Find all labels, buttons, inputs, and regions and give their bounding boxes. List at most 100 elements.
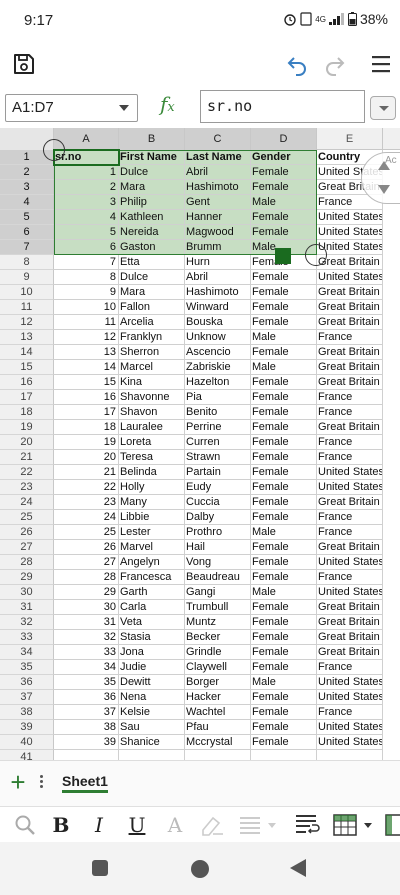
table-cell[interactable]: Magwood [185, 225, 251, 240]
table-cell[interactable]: 19 [54, 435, 119, 450]
table-cell[interactable]: Veta [119, 615, 185, 630]
table-cell[interactable]: Female [251, 600, 317, 615]
table-cell[interactable]: 37 [54, 705, 119, 720]
table-cell[interactable]: 32 [54, 630, 119, 645]
table-cell[interactable]: 39 [54, 735, 119, 750]
fill-handle[interactable] [275, 248, 291, 264]
table-cell[interactable]: 8 [54, 270, 119, 285]
table-cell[interactable]: Eudy [185, 480, 251, 495]
table-cell[interactable]: Great Britain [317, 255, 383, 270]
table-cell[interactable]: France [317, 390, 383, 405]
table-cell[interactable]: Female [251, 555, 317, 570]
table-cell[interactable]: 20 [54, 450, 119, 465]
table-cell[interactable]: 27 [54, 555, 119, 570]
table-cell[interactable]: Gent [185, 195, 251, 210]
table-cell[interactable]: Brumm [185, 240, 251, 255]
row-header[interactable]: 15 [0, 360, 54, 375]
add-sheet-button[interactable]: + [8, 769, 28, 795]
table-cell[interactable]: Great Britain [317, 540, 383, 555]
table-cell[interactable]: 23 [54, 495, 119, 510]
table-cell[interactable]: Great Britain [317, 315, 383, 330]
table-cell[interactable]: Female [251, 540, 317, 555]
row-header[interactable]: 35 [0, 660, 54, 675]
table-cell[interactable]: Female [251, 180, 317, 195]
column-header-c[interactable]: C [185, 128, 251, 150]
find-icon[interactable] [12, 811, 38, 839]
table-cell[interactable]: Pia [185, 390, 251, 405]
table-cell[interactable]: Dewitt [119, 675, 185, 690]
row-header[interactable]: 36 [0, 675, 54, 690]
table-cell[interactable]: 4 [54, 210, 119, 225]
table-cell[interactable]: 28 [54, 570, 119, 585]
table-cell[interactable]: Perrine [185, 420, 251, 435]
row-header[interactable]: 3 [0, 180, 54, 195]
function-wizard-icon[interactable]: fx [160, 92, 175, 116]
table-cell[interactable]: Mccrystal [185, 735, 251, 750]
row-header[interactable]: 14 [0, 345, 54, 360]
table-cell[interactable]: 13 [54, 345, 119, 360]
table-cell[interactable]: Male [251, 675, 317, 690]
table-cell[interactable]: Pfau [185, 720, 251, 735]
table-cell[interactable] [317, 750, 383, 760]
table-cell[interactable]: Female [251, 165, 317, 180]
table-cell[interactable]: United States [317, 735, 383, 750]
table-cell[interactable]: Female [251, 645, 317, 660]
row-header[interactable]: 39 [0, 720, 54, 735]
table-cell[interactable]: Female [251, 510, 317, 525]
align-menu-icon[interactable] [238, 811, 278, 839]
table-cell[interactable]: Female [251, 630, 317, 645]
table-cell[interactable]: Partain [185, 465, 251, 480]
table-cell[interactable]: Female [251, 615, 317, 630]
table-cell[interactable]: Great Britain [317, 420, 383, 435]
table-cell[interactable]: Cuccia [185, 495, 251, 510]
table-cell[interactable]: United States [317, 270, 383, 285]
row-header[interactable]: 25 [0, 510, 54, 525]
table-cell[interactable]: France [317, 525, 383, 540]
table-cell[interactable]: Female [251, 705, 317, 720]
table-cell[interactable]: United States [317, 690, 383, 705]
table-cell[interactable]: Lauralee [119, 420, 185, 435]
font-color-button[interactable]: A [164, 811, 186, 839]
table-cell[interactable]: Great Britain [317, 630, 383, 645]
table-cell[interactable]: Female [251, 270, 317, 285]
row-header[interactable]: 6 [0, 225, 54, 240]
row-header[interactable]: 8 [0, 255, 54, 270]
table-cell[interactable]: Female [251, 285, 317, 300]
row-header[interactable]: 31 [0, 600, 54, 615]
row-header[interactable]: 29 [0, 570, 54, 585]
table-cell[interactable]: Mara [119, 285, 185, 300]
row-header[interactable]: 12 [0, 315, 54, 330]
table-cell[interactable] [119, 750, 185, 760]
table-cell[interactable]: 6 [54, 240, 119, 255]
table-cell[interactable]: 18 [54, 420, 119, 435]
table-cell[interactable]: Belinda [119, 465, 185, 480]
table-cell[interactable]: 14 [54, 360, 119, 375]
table-cell[interactable]: 10 [54, 300, 119, 315]
table-cell[interactable]: Female [251, 315, 317, 330]
borders-icon[interactable] [332, 811, 376, 839]
row-header[interactable]: 10 [0, 285, 54, 300]
italic-button[interactable]: I [90, 811, 108, 839]
table-cell[interactable]: Male [251, 195, 317, 210]
table-cell[interactable]: United States [317, 210, 383, 225]
table-cell[interactable]: Beaudreau [185, 570, 251, 585]
row-header[interactable]: 28 [0, 555, 54, 570]
more-format-icon[interactable] [384, 811, 400, 839]
table-cell[interactable]: Jona [119, 645, 185, 660]
header-cell[interactable]: Gender [251, 150, 317, 165]
table-cell[interactable]: Stasia [119, 630, 185, 645]
hamburger-menu-icon[interactable] [367, 50, 395, 78]
table-cell[interactable]: Great Britain [317, 495, 383, 510]
table-cell[interactable]: Prothro [185, 525, 251, 540]
table-cell[interactable]: Female [251, 405, 317, 420]
table-cell[interactable]: Gangi [185, 585, 251, 600]
table-cell[interactable]: United States [317, 465, 383, 480]
table-cell[interactable]: Marcel [119, 360, 185, 375]
table-cell[interactable]: Female [251, 465, 317, 480]
row-header[interactable]: 32 [0, 615, 54, 630]
row-header[interactable]: 9 [0, 270, 54, 285]
table-cell[interactable]: 35 [54, 675, 119, 690]
table-cell[interactable]: France [317, 660, 383, 675]
table-cell[interactable] [54, 750, 119, 760]
column-header-b[interactable]: B [119, 128, 185, 150]
